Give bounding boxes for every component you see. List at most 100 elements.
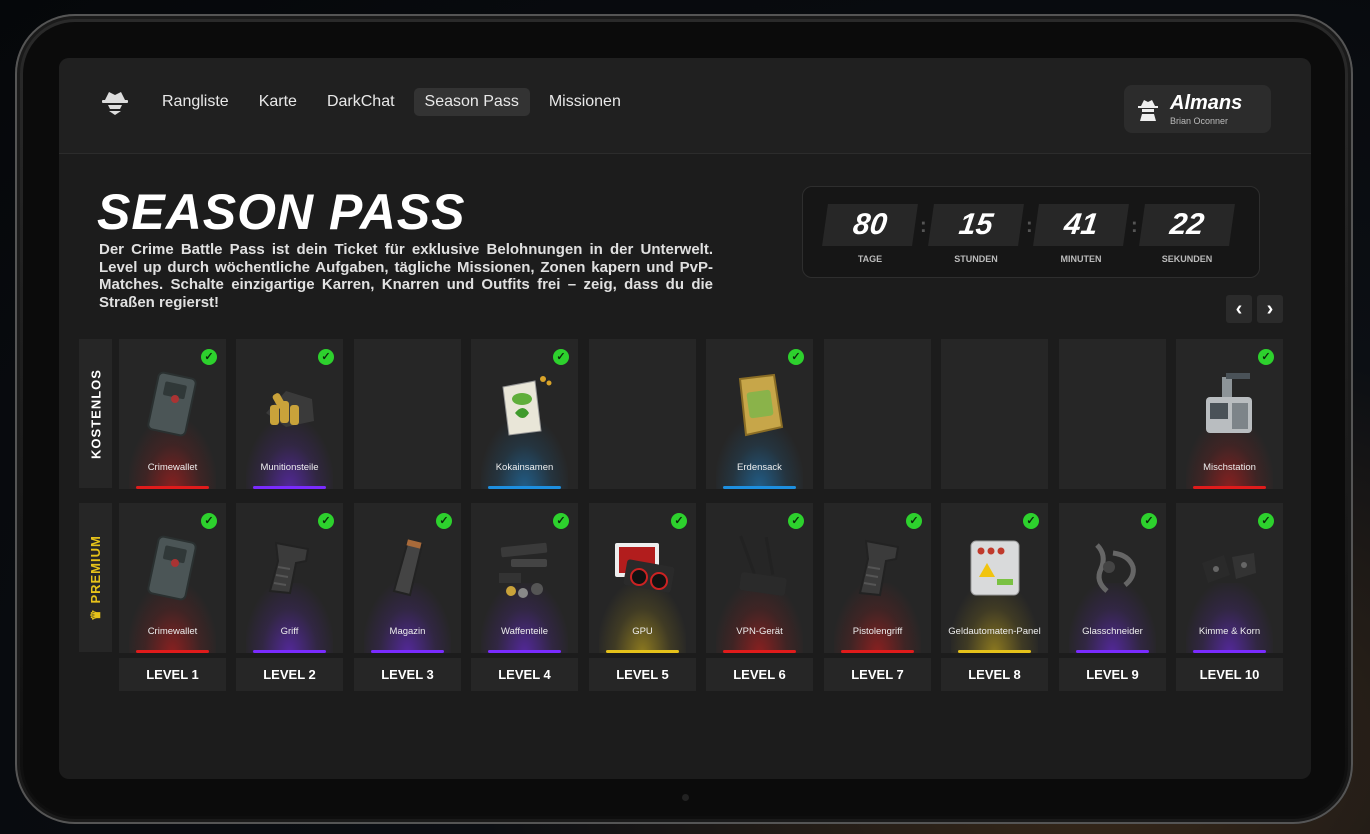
- level-label: LEVEL 9: [1059, 658, 1166, 691]
- rarity-bar: [723, 486, 796, 489]
- free-reward-card[interactable]: ✓ Kokainsamen: [471, 339, 578, 489]
- premium-reward-card[interactable]: ✓ Griff: [236, 503, 343, 653]
- chevron-left-icon: ‹: [1235, 298, 1243, 320]
- level-label: LEVEL 7: [824, 658, 931, 691]
- timer-days: 80 TAGE: [822, 204, 918, 264]
- premium-reward-card[interactable]: ✓ Waffenteile: [471, 503, 578, 653]
- rarity-bar: [723, 650, 796, 653]
- user-subtitle: Brian Oconner: [1170, 116, 1229, 126]
- premium-reward-card[interactable]: ✓ Crimewallet: [119, 503, 226, 653]
- timer-separator: :: [1026, 215, 1033, 237]
- reward-name: Griff: [280, 626, 299, 637]
- reward-name: Crimewallet: [147, 626, 198, 637]
- reward-name: Munitionsteile: [260, 462, 319, 473]
- reward-name: Kimme & Korn: [1198, 626, 1261, 637]
- claimed-check-icon: ✓: [436, 513, 452, 529]
- timer-hours: 15 STUNDEN: [928, 204, 1024, 264]
- next-page-button[interactable]: ›: [1257, 295, 1283, 323]
- timer-minutes-value: 41: [1033, 204, 1129, 246]
- magazine-icon: [392, 539, 424, 597]
- wallet-icon: [147, 535, 197, 601]
- free-reward-card[interactable]: ✓ Munitionsteile: [236, 339, 343, 489]
- router-icon: [739, 535, 787, 596]
- timer-days-value: 80: [822, 204, 918, 246]
- level-label: LEVEL 6: [706, 658, 813, 691]
- atm-panel-icon: [970, 540, 1020, 596]
- level-label: LEVEL 4: [471, 658, 578, 691]
- free-reward-card: [589, 339, 696, 489]
- user-name: Almans: [1170, 92, 1243, 114]
- premium-label: PREMIUM: [87, 534, 103, 604]
- ammo-icon: [266, 391, 314, 427]
- sights-icon: [1202, 553, 1256, 583]
- premium-reward-card[interactable]: ✓ Pistolengriff: [824, 503, 931, 653]
- rarity-bar: [136, 650, 209, 653]
- grip-icon: [268, 541, 310, 595]
- claimed-check-icon: ✓: [1258, 513, 1274, 529]
- nav-tab-rangliste[interactable]: Rangliste: [151, 88, 240, 116]
- nav-tab-season-pass[interactable]: Season Pass: [413, 88, 530, 116]
- free-reward-card: [1059, 339, 1166, 489]
- claimed-check-icon: ✓: [318, 349, 334, 365]
- prev-page-button[interactable]: ‹: [1226, 295, 1252, 323]
- reward-name: Waffenteile: [501, 626, 548, 637]
- reward-name: Pistolengriff: [852, 626, 903, 637]
- app-screen: Rangliste Karte DarkChat Season Pass Mission…: [59, 58, 1311, 779]
- claimed-check-icon: ✓: [906, 513, 922, 529]
- nav-tab-darkchat[interactable]: DarkChat: [316, 88, 406, 116]
- rarity-bar: [136, 486, 209, 489]
- countdown-timer: 80 TAGE : 15 STUNDEN : 41 MINUTEN : 22 S…: [802, 186, 1260, 278]
- gpu-icon: [615, 543, 675, 593]
- claimed-check-icon: ✓: [1258, 349, 1274, 365]
- level-label: LEVEL 1: [119, 658, 226, 691]
- spy-avatar-icon: [1138, 100, 1158, 121]
- soil-bag-icon: [738, 373, 784, 437]
- premium-reward-card[interactable]: ✓ Magazin: [354, 503, 461, 653]
- rarity-bar: [488, 486, 561, 489]
- timer-seconds: 22 SEKUNDEN: [1139, 204, 1235, 264]
- nav-tab-missionen[interactable]: Missionen: [538, 88, 632, 116]
- rarity-bar: [958, 650, 1031, 653]
- premium-row-label: ♛ PREMIUM: [79, 503, 112, 652]
- timer-separator: :: [1131, 215, 1138, 237]
- premium-row-label-text: ♛ PREMIUM: [87, 534, 103, 621]
- seed-bag-icon: [502, 376, 552, 436]
- spy-logo-icon[interactable]: [99, 86, 131, 118]
- premium-reward-card[interactable]: ✓ GPU: [589, 503, 696, 653]
- top-bar: Rangliste Karte DarkChat Season Pass Mission…: [59, 58, 1311, 154]
- pistol-grip-icon: [858, 539, 900, 597]
- reward-name: Kokainsamen: [495, 462, 554, 473]
- premium-reward-card[interactable]: ✓ Glasschneider: [1059, 503, 1166, 653]
- page-title: SEASON PASS: [97, 184, 466, 240]
- claimed-check-icon: ✓: [201, 349, 217, 365]
- premium-reward-card[interactable]: ✓ Kimme & Korn: [1176, 503, 1283, 653]
- claimed-check-icon: ✓: [671, 513, 687, 529]
- reward-name: GPU: [632, 626, 653, 637]
- timer-days-label: TAGE: [857, 254, 883, 264]
- level-label: LEVEL 8: [941, 658, 1048, 691]
- reward-name: Glasschneider: [1082, 626, 1143, 637]
- rarity-bar: [606, 650, 679, 653]
- timer-separator: :: [920, 215, 927, 237]
- rarity-bar: [1193, 486, 1266, 489]
- timer-minutes: 41 MINUTEN: [1033, 204, 1129, 264]
- free-row-label-text: KOSTENLOS: [88, 368, 103, 459]
- claimed-check-icon: ✓: [553, 349, 569, 365]
- wallet-icon: [147, 371, 197, 437]
- premium-reward-card[interactable]: ✓ Geldautomaten-Panel: [941, 503, 1048, 653]
- free-reward-card[interactable]: ✓ Crimewallet: [119, 339, 226, 489]
- weapon-parts-icon: [499, 542, 548, 598]
- claimed-check-icon: ✓: [553, 513, 569, 529]
- nav-tab-karte[interactable]: Karte: [248, 88, 308, 116]
- free-reward-card[interactable]: ✓ Erdensack: [706, 339, 813, 489]
- timer-minutes-label: MINUTEN: [1060, 254, 1102, 264]
- free-reward-card: [354, 339, 461, 489]
- claimed-check-icon: ✓: [201, 513, 217, 529]
- claimed-check-icon: ✓: [788, 513, 804, 529]
- premium-reward-card[interactable]: ✓ VPN-Gerät: [706, 503, 813, 653]
- claimed-check-icon: ✓: [318, 513, 334, 529]
- free-reward-card: [941, 339, 1048, 489]
- user-badge[interactable]: Almans Brian Oconner: [1124, 85, 1271, 133]
- free-reward-card[interactable]: ✓ Mischstation: [1176, 339, 1283, 489]
- free-row-label: KOSTENLOS: [79, 339, 112, 488]
